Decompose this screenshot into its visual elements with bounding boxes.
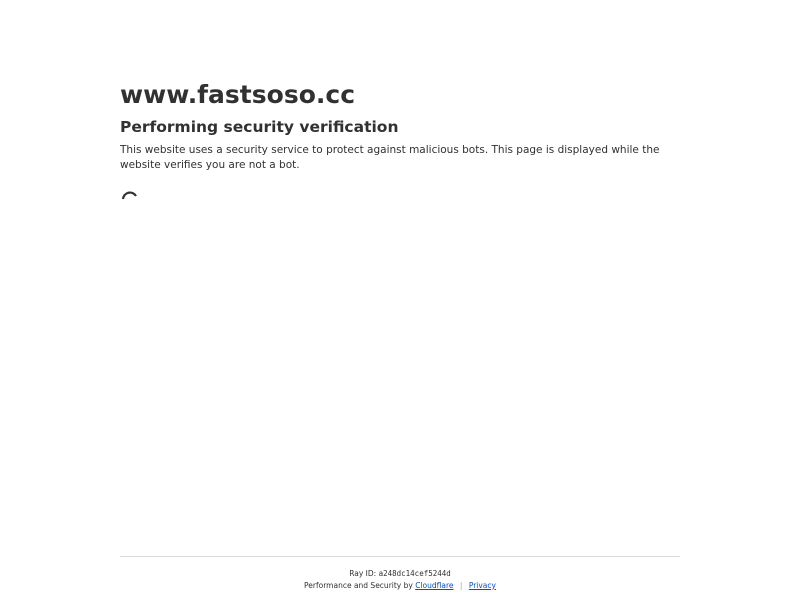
site-domain-title: www.fastsoso.cc: [120, 80, 356, 109]
performance-text: Performance and Security by: [304, 580, 413, 590]
loading-spinner-icon: [120, 188, 140, 208]
ray-id-value: a248dc14cef5244d: [378, 569, 451, 578]
footer-separator: |: [459, 580, 463, 590]
verification-heading: Performing security verification: [120, 118, 399, 136]
main-content: www.fastsoso.cc Performing security veri…: [120, 78, 680, 173]
performance-line: Performance and Security by Cloudflare |…: [120, 580, 680, 592]
footer: Ray ID: a248dc14cef5244d Performance and…: [120, 556, 680, 591]
ray-id-line: Ray ID: a248dc14cef5244d: [120, 568, 680, 580]
ray-id-label: Ray ID:: [349, 569, 377, 578]
verification-description: This website uses a security service to …: [120, 144, 660, 171]
verification-page: www.fastsoso.cc Performing security veri…: [0, 0, 800, 600]
privacy-link[interactable]: Privacy: [469, 581, 496, 590]
cloudflare-link[interactable]: Cloudflare: [415, 581, 453, 590]
